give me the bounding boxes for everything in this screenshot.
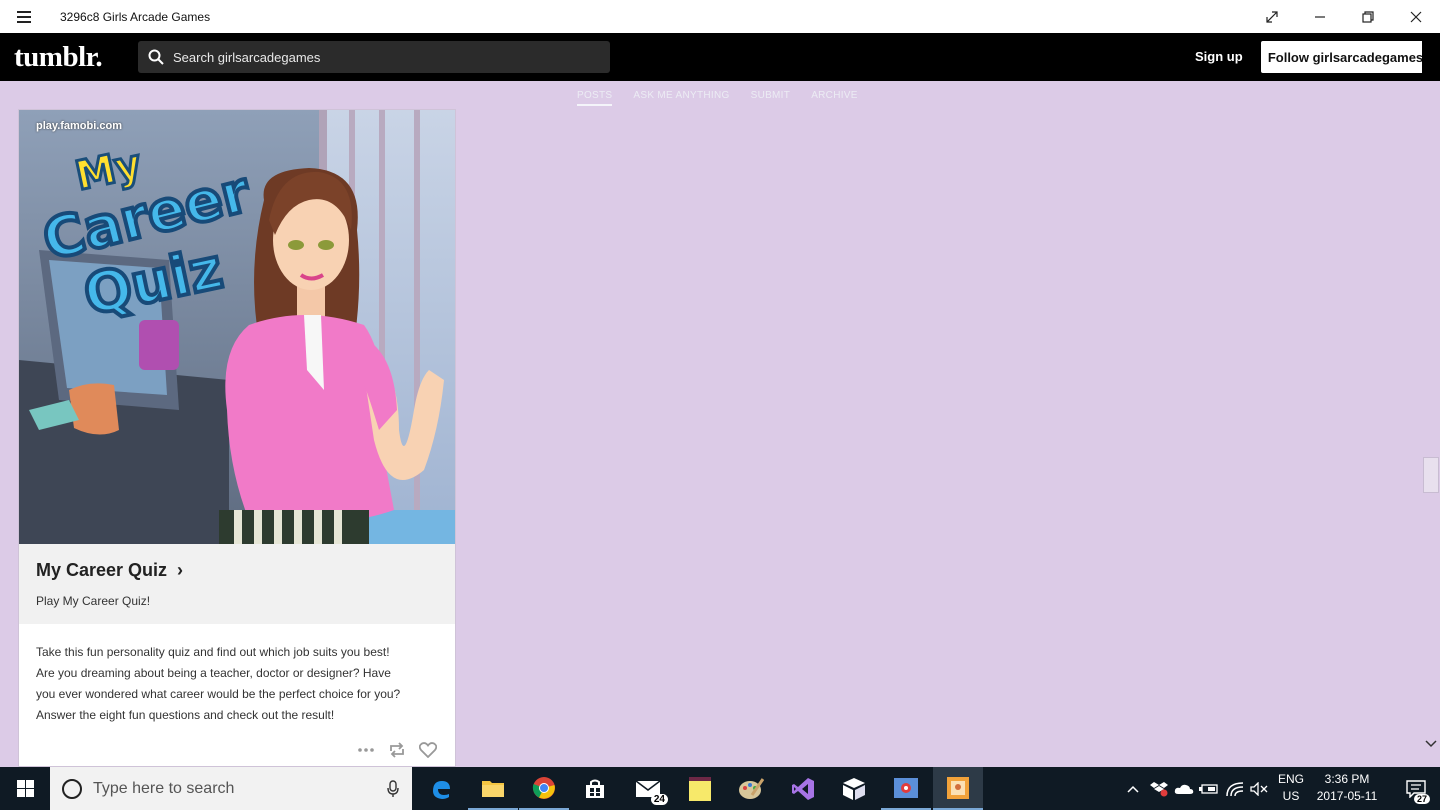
nav-submit[interactable]: SUBMIT	[751, 90, 791, 106]
sticky-notes-icon[interactable]	[675, 767, 725, 810]
nav-archive[interactable]: ARCHIVE	[811, 90, 858, 106]
cortana-icon	[62, 778, 82, 799]
restore-icon[interactable]	[1344, 0, 1392, 33]
post-body-line: Take this fun personality quiz and find …	[36, 645, 390, 659]
blog-nav: POSTS ASK ME ANYTHING SUBMIT ARCHIVE	[577, 90, 858, 106]
post-body: Take this fun personality quiz and find …	[36, 642, 441, 726]
post-image[interactable]: My Career Quiz play.famobi.com	[19, 110, 455, 544]
page-scrollbar[interactable]	[1422, 33, 1440, 767]
post-body-line: you ever wondered what career would be t…	[36, 687, 401, 701]
onedrive-icon[interactable]	[1173, 767, 1195, 810]
search-input[interactable]	[173, 49, 593, 65]
dropbox-icon[interactable]	[1148, 767, 1170, 810]
clock-time: 3:36 PM	[1324, 772, 1370, 786]
clock[interactable]: 3:36 PM 2017-05-11	[1310, 771, 1384, 805]
notification-count: 27	[1413, 794, 1430, 804]
search-box[interactable]	[138, 41, 610, 73]
link-preview[interactable]: My Career Quiz › Play My Career Quiz!	[19, 544, 455, 624]
nav-posts[interactable]: POSTS	[577, 90, 613, 106]
mail-icon[interactable]: 24	[623, 767, 673, 810]
app-blue-icon[interactable]	[881, 767, 931, 810]
more-icon[interactable]	[357, 747, 375, 753]
chevron-right-icon: ›	[177, 560, 183, 580]
windows-start-icon[interactable]	[0, 767, 50, 810]
site-header: tumblr. Sign up Follow girlsarcadegames	[0, 33, 1430, 81]
file-explorer-icon[interactable]	[468, 767, 518, 810]
window-controls	[1248, 0, 1440, 33]
input-language[interactable]: ENG US	[1276, 771, 1306, 805]
app-active-icon[interactable]	[933, 767, 983, 810]
post-body-line: Are you dreaming about being a teacher, …	[36, 666, 391, 680]
nav-ask-me-anything[interactable]: ASK ME ANYTHING	[633, 90, 729, 106]
link-description: Play My Career Quiz!	[36, 594, 151, 608]
menu-icon[interactable]	[0, 0, 48, 33]
edge-icon[interactable]	[416, 767, 466, 810]
clock-date: 2017-05-11	[1316, 789, 1378, 803]
reblog-icon[interactable]	[388, 742, 406, 758]
scroll-down-icon[interactable]	[1422, 735, 1440, 753]
store-icon[interactable]	[570, 767, 620, 810]
tumblr-logo[interactable]: tumblr.	[14, 41, 103, 74]
scrollbar-thumb[interactable]	[1423, 457, 1439, 493]
search-icon	[148, 49, 164, 65]
game-illustration: My Career Quiz	[19, 110, 455, 544]
close-icon[interactable]	[1392, 0, 1440, 33]
link-title[interactable]: My Career Quiz	[36, 560, 167, 581]
notification-center-icon[interactable]: 27	[1392, 767, 1440, 810]
battery-icon[interactable]	[1198, 767, 1220, 810]
window-titlebar: 3296c8 Girls Arcade Games	[0, 0, 1440, 33]
visual-studio-icon[interactable]	[778, 767, 828, 810]
package-icon[interactable]	[829, 767, 879, 810]
minimize-icon[interactable]	[1296, 0, 1344, 33]
chrome-icon[interactable]	[519, 767, 569, 810]
post-body-line: Answer the eight fun questions and check…	[36, 708, 335, 722]
wifi-icon[interactable]	[1224, 767, 1246, 810]
microphone-icon[interactable]	[387, 780, 399, 798]
post-actions	[357, 742, 437, 758]
post-card: My Career Quiz play.famobi.com My Career…	[18, 109, 456, 767]
taskbar: Type here to search 24 ENG US 3:36 PM 20…	[0, 767, 1440, 810]
signup-link[interactable]: Sign up	[1195, 49, 1243, 64]
taskbar-search-placeholder: Type here to search	[93, 779, 235, 797]
expand-icon[interactable]	[1248, 0, 1296, 33]
like-icon[interactable]	[419, 742, 437, 758]
paint-icon[interactable]	[726, 767, 776, 810]
window-title: 3296c8 Girls Arcade Games	[60, 9, 211, 24]
volume-muted-icon[interactable]	[1248, 767, 1270, 810]
mail-badge: 24	[650, 794, 668, 805]
post-source[interactable]: play.famobi.com	[36, 120, 122, 132]
show-hidden-icons-icon[interactable]	[1122, 767, 1144, 810]
follow-button[interactable]: Follow girlsarcadegames	[1261, 41, 1430, 73]
taskbar-search[interactable]: Type here to search	[50, 767, 412, 810]
